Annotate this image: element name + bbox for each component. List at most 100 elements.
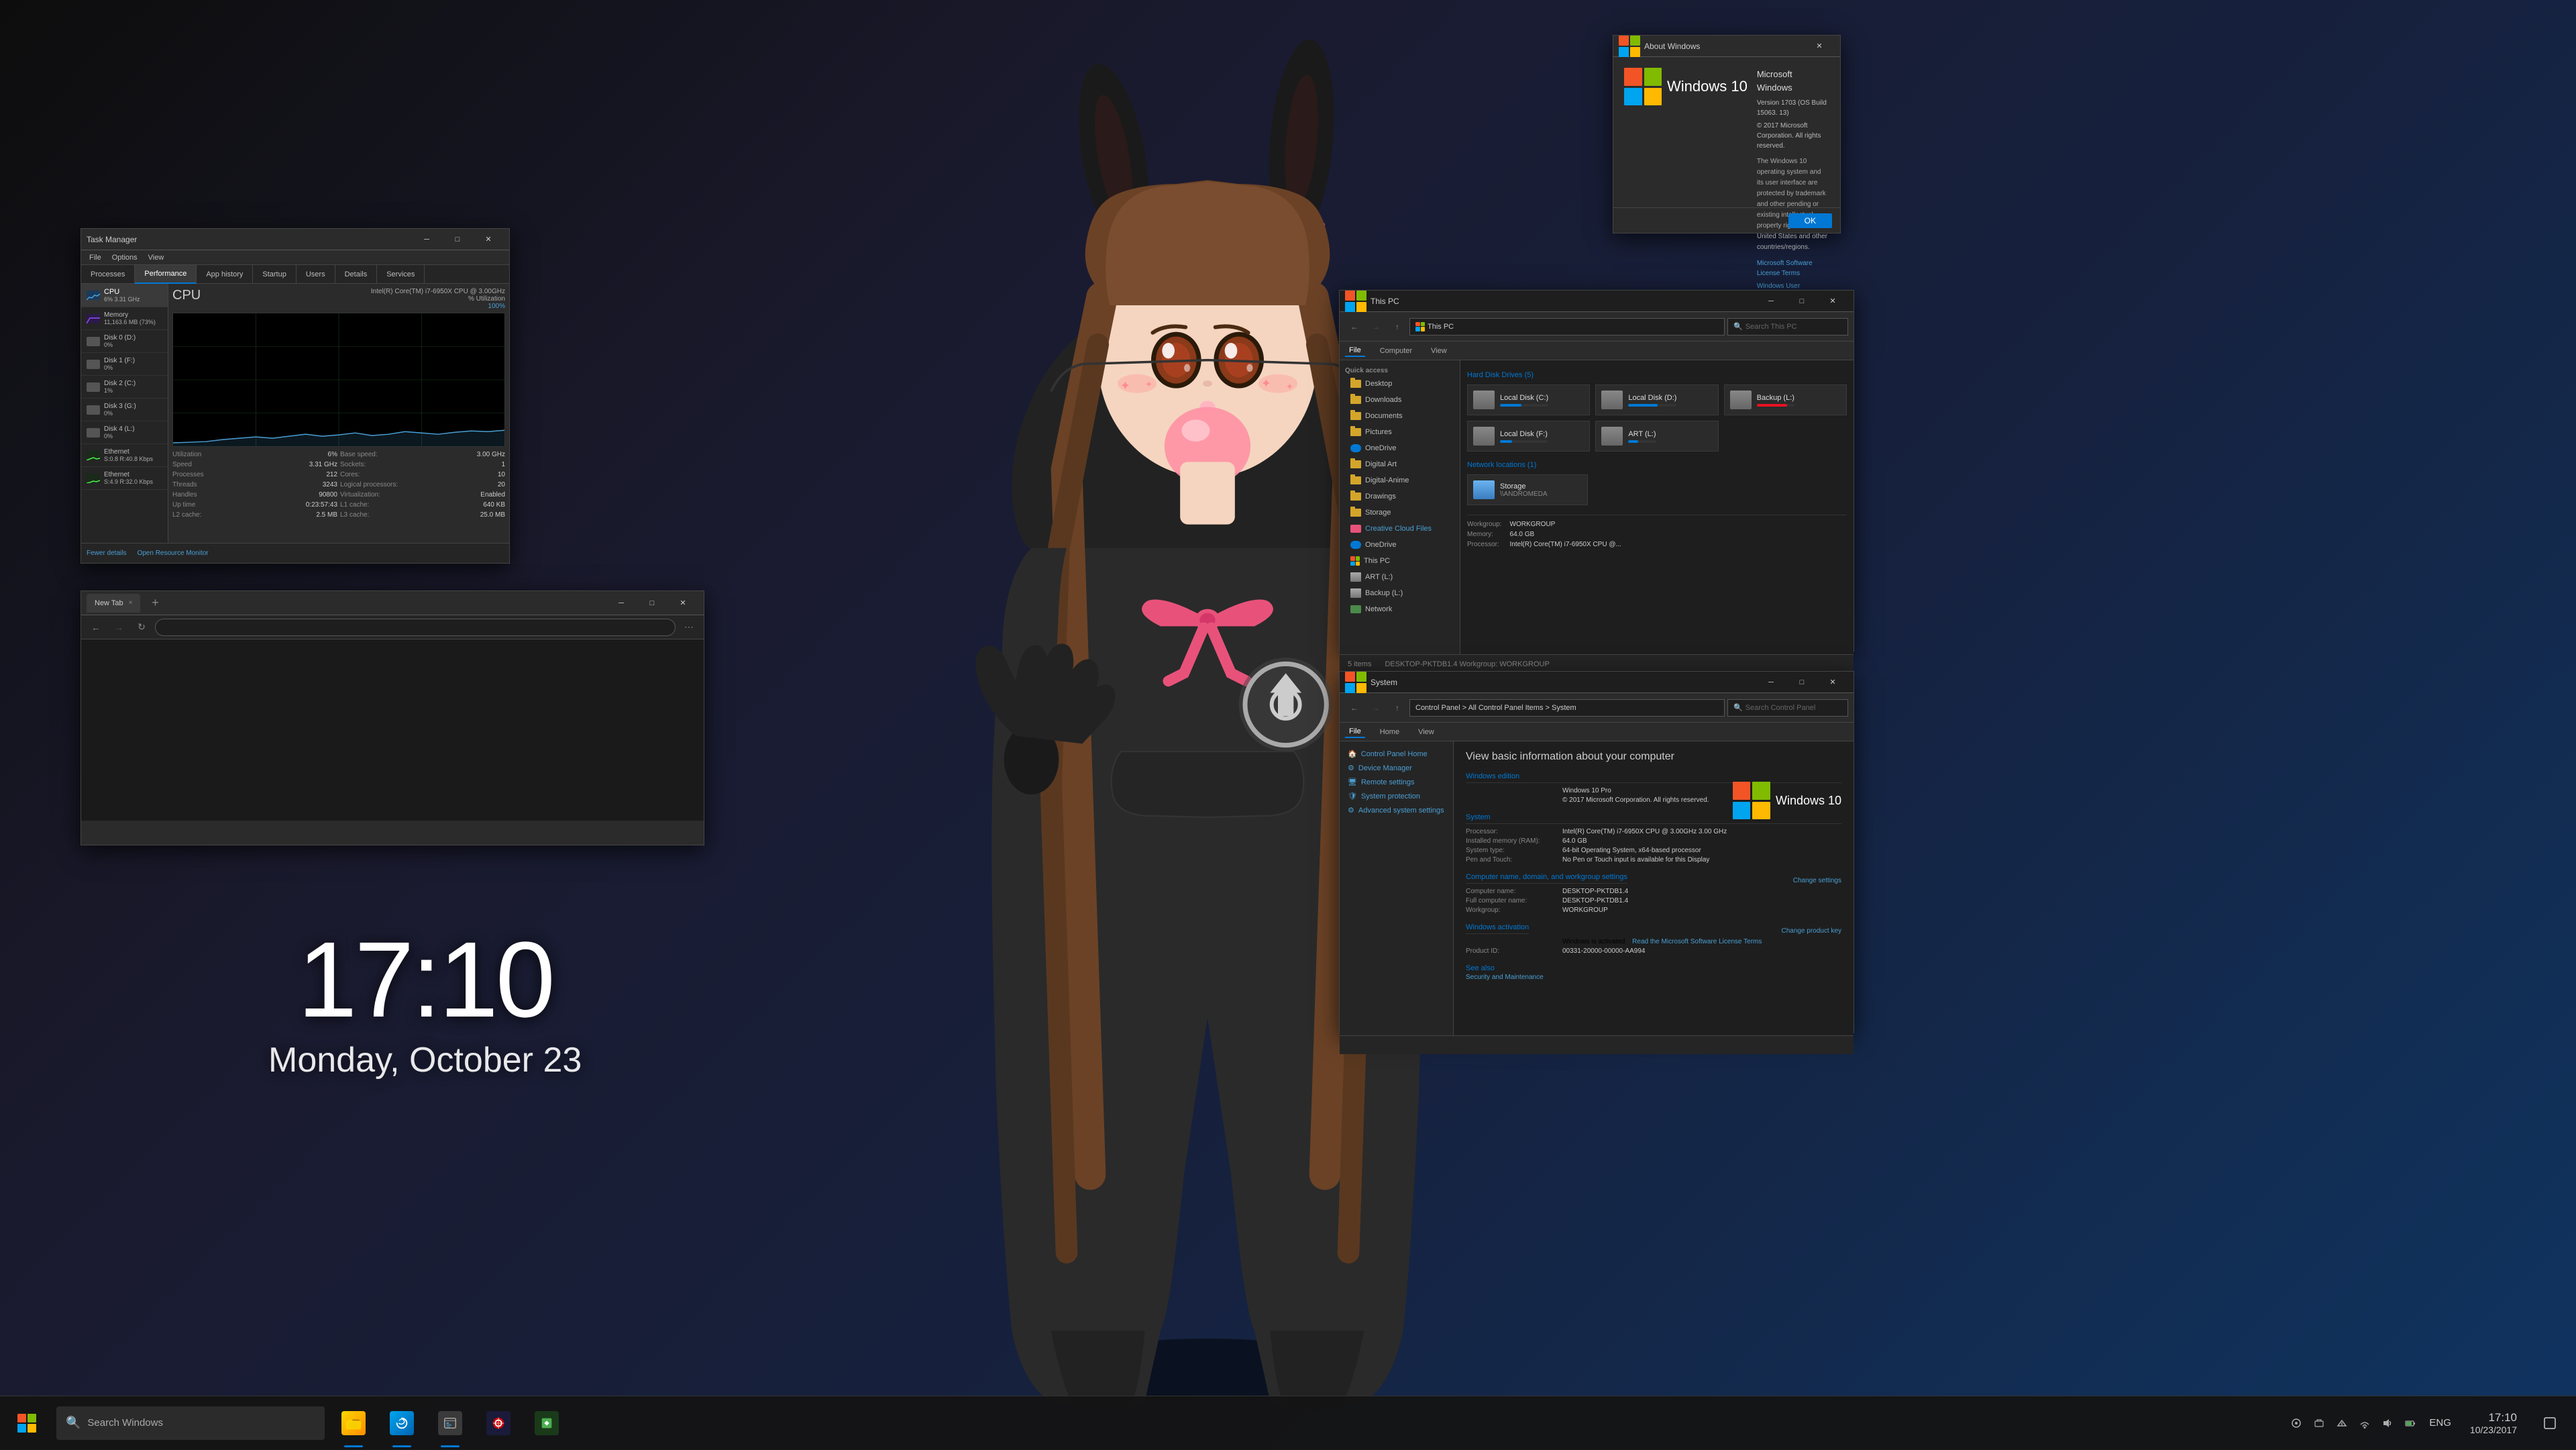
- taskbar-item-file-explorer[interactable]: [330, 1396, 377, 1450]
- ms-license-link[interactable]: Microsoft Software License Terms: [1757, 260, 1813, 277]
- fe-sidebar-documents[interactable]: Documents: [1340, 408, 1460, 424]
- about-ok-button[interactable]: OK: [1788, 213, 1832, 228]
- network-tray-icon[interactable]: [2355, 1414, 2374, 1433]
- volume-tray-icon[interactable]: [2378, 1414, 2397, 1433]
- browser-refresh[interactable]: ↻: [132, 618, 151, 637]
- cp-address-bar[interactable]: Control Panel > All Control Panel Items …: [1409, 699, 1725, 717]
- cp-security-link[interactable]: Security and Maintenance: [1466, 972, 1841, 982]
- tm-tab-services[interactable]: Services: [377, 265, 425, 284]
- tm-menu-view[interactable]: View: [143, 250, 170, 265]
- fe-sidebar-pictures[interactable]: Pictures: [1340, 424, 1460, 440]
- fewer-details-btn[interactable]: Fewer details: [87, 550, 126, 557]
- fe-network-storage[interactable]: Storage \\ANDROMEDA: [1467, 474, 1588, 505]
- tm-minimize[interactable]: ─: [411, 229, 442, 250]
- tm-tab-details[interactable]: Details: [335, 265, 378, 284]
- fe-close[interactable]: ✕: [1817, 291, 1848, 312]
- tm-sidebar-eth1[interactable]: Ethernet S:0.8 R:40.8 Kbps: [81, 444, 168, 467]
- fe-sidebar-downloads[interactable]: Downloads: [1340, 392, 1460, 408]
- fe-sidebar-cc-files[interactable]: Creative Cloud Files: [1340, 521, 1460, 537]
- browser-back[interactable]: ←: [87, 618, 105, 637]
- fe-drive-c[interactable]: Local Disk (C:): [1467, 384, 1590, 415]
- tm-sidebar-memory[interactable]: Memory 11,163.6 MB (73%): [81, 307, 168, 330]
- fe-drive-f[interactable]: Local Disk (F:): [1467, 421, 1590, 452]
- cp-sidebar-device-manager[interactable]: ⚙ Device Manager: [1340, 761, 1453, 775]
- fe-drive-art[interactable]: ART (L:): [1595, 421, 1718, 452]
- tm-sidebar-eth2[interactable]: Ethernet S:4.9 R:32.0 Kbps: [81, 467, 168, 490]
- fe-forward[interactable]: →: [1366, 317, 1385, 336]
- new-tab-btn[interactable]: +: [144, 594, 166, 613]
- fe-maximize[interactable]: □: [1786, 291, 1817, 312]
- cp-minimize[interactable]: ─: [1756, 672, 1786, 693]
- tm-sidebar-cpu[interactable]: CPU 6% 3.31 GHz: [81, 284, 168, 307]
- cp-sidebar-remote[interactable]: 🖥 Remote settings: [1340, 775, 1453, 789]
- taskbar-item-app1[interactable]: [475, 1396, 522, 1450]
- fe-drive-backup[interactable]: Backup (L:): [1724, 384, 1847, 415]
- browser-settings[interactable]: ⋯: [680, 618, 698, 637]
- cp-forward[interactable]: →: [1366, 698, 1385, 717]
- close-button[interactable]: ✕: [1804, 36, 1835, 57]
- tm-sidebar-disk0[interactable]: Disk 0 (D:) 0%: [81, 330, 168, 353]
- tm-tab-apphistory[interactable]: App history: [197, 265, 253, 284]
- tm-menu-file[interactable]: File: [84, 250, 107, 265]
- fe-sidebar-network[interactable]: Network: [1340, 601, 1460, 617]
- fe-sidebar-digital-art[interactable]: Digital Art: [1340, 456, 1460, 472]
- tm-tab-users[interactable]: Users: [297, 265, 335, 284]
- tray-icon-3[interactable]: [2332, 1414, 2351, 1433]
- fe-ribbon-file[interactable]: File: [1345, 345, 1365, 357]
- tray-icon-2[interactable]: [2310, 1414, 2328, 1433]
- cp-sidebar-advanced[interactable]: ⚙ Advanced system settings: [1340, 803, 1453, 817]
- fe-sidebar-drawings[interactable]: Drawings: [1340, 488, 1460, 505]
- tm-tab-startup[interactable]: Startup: [253, 265, 296, 284]
- fe-sidebar-onedrive[interactable]: OneDrive: [1340, 440, 1460, 456]
- fe-address-bar[interactable]: This PC: [1409, 318, 1725, 335]
- cp-sidebar-system-protection[interactable]: 🛡 System protection: [1340, 789, 1453, 803]
- fe-sidebar-digital-anime[interactable]: Digital-Anime: [1340, 472, 1460, 488]
- browser-tab-close[interactable]: ×: [129, 599, 133, 607]
- fe-sidebar-desktop[interactable]: Desktop: [1340, 376, 1460, 392]
- cp-change-settings-link[interactable]: Change settings: [1793, 877, 1841, 884]
- tm-menu-options[interactable]: Options: [107, 250, 143, 265]
- browser-minimize[interactable]: ─: [606, 592, 637, 614]
- tm-sidebar-disk4[interactable]: Disk 4 (L:) 0%: [81, 421, 168, 444]
- browser-tab-newtab[interactable]: New Tab ×: [87, 594, 140, 613]
- fe-sidebar-backup-drive[interactable]: Backup (L:): [1340, 585, 1460, 601]
- browser-address-bar[interactable]: [155, 619, 676, 636]
- tm-tab-processes[interactable]: Processes: [81, 265, 135, 284]
- tm-sidebar-disk3[interactable]: Disk 3 (G:) 0%: [81, 399, 168, 421]
- taskbar-item-edge[interactable]: [378, 1396, 425, 1450]
- cp-maximize[interactable]: □: [1786, 672, 1817, 693]
- fe-sidebar-art-drive[interactable]: ART (L:): [1340, 569, 1460, 585]
- cp-back[interactable]: ←: [1345, 698, 1364, 717]
- cp-search-box[interactable]: 🔍 Search Control Panel: [1727, 699, 1848, 717]
- fe-sidebar-this-pc[interactable]: This PC: [1340, 553, 1460, 569]
- tm-sidebar-disk1[interactable]: Disk 1 (F:) 0%: [81, 353, 168, 376]
- cp-ribbon-home[interactable]: Home: [1376, 727, 1403, 737]
- cp-up[interactable]: ↑: [1388, 698, 1407, 717]
- windows-use-link[interactable]: Windows User: [1757, 282, 1800, 290]
- tm-sidebar-disk2[interactable]: Disk 2 (C:) 1%: [81, 376, 168, 399]
- cp-read-more-link[interactable]: Read the Microsoft Software License Term…: [1632, 938, 1762, 945]
- browser-forward[interactable]: →: [109, 618, 128, 637]
- taskbar-item-taskmanager[interactable]: [427, 1396, 474, 1450]
- tray-icon-1[interactable]: [2287, 1414, 2306, 1433]
- cp-close[interactable]: ✕: [1817, 672, 1848, 693]
- browser-close[interactable]: ✕: [667, 592, 698, 614]
- fe-sidebar-onedrive2[interactable]: OneDrive: [1340, 537, 1460, 553]
- fe-minimize[interactable]: ─: [1756, 291, 1786, 312]
- tm-tab-performance[interactable]: Performance: [135, 265, 197, 284]
- fe-ribbon-computer[interactable]: Computer: [1376, 346, 1416, 356]
- fe-back[interactable]: ←: [1345, 317, 1364, 336]
- taskbar-clock[interactable]: 17:10 10/23/2017: [2465, 1408, 2522, 1438]
- cp-change-key-link[interactable]: Change product key: [1781, 927, 1841, 935]
- open-resource-monitor-btn[interactable]: Open Resource Monitor: [137, 550, 208, 557]
- tm-close[interactable]: ✕: [473, 229, 504, 250]
- start-button[interactable]: [0, 1396, 54, 1450]
- cp-sidebar-home[interactable]: 🏠 Control Panel Home: [1340, 747, 1453, 761]
- cp-ribbon-view[interactable]: View: [1414, 727, 1438, 737]
- fe-drive-d[interactable]: Local Disk (D:): [1595, 384, 1718, 415]
- language-indicator[interactable]: ENG: [2426, 1417, 2454, 1429]
- taskbar-item-app2[interactable]: [523, 1396, 570, 1450]
- taskbar-search-bar[interactable]: 🔍 Search Windows: [56, 1406, 325, 1440]
- tm-maximize[interactable]: □: [442, 229, 473, 250]
- fe-search-box[interactable]: 🔍 Search This PC: [1727, 318, 1848, 335]
